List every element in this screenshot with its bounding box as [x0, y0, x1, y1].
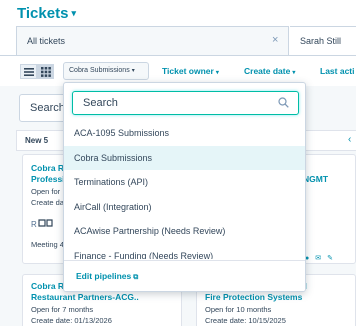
pipeline-option-acawise[interactable]: ACAwise Partnership (Needs Review)	[64, 219, 305, 244]
card-create-date: Create date: 10/15/2025	[205, 316, 286, 325]
tab-sarah-still[interactable]: Sarah Still	[290, 26, 356, 55]
column-title: New 5	[25, 136, 49, 145]
search-label: Search	[30, 102, 65, 114]
pipeline-select-value: Cobra Submissions	[69, 67, 130, 74]
email-icon[interactable]: ✉	[315, 255, 327, 262]
pipeline-option-terminations[interactable]: Terminations (API)	[64, 170, 305, 195]
view-tabs: All tickets × Sarah Still	[0, 26, 356, 56]
card-meeting: Meeting 4	[31, 240, 64, 249]
search-icon	[278, 97, 289, 108]
avatar: R	[31, 217, 53, 231]
create-date-filter[interactable]: Create date ▾	[244, 66, 295, 76]
external-link-icon: ⧉	[133, 274, 139, 281]
pipeline-option-finance[interactable]: Finance - Funding (Needs Review)	[64, 244, 305, 260]
list-view-button[interactable]	[20, 64, 37, 79]
pipeline-search-input[interactable]: Search	[72, 91, 299, 115]
pipeline-option-aircall[interactable]: AirCall (Integration)	[64, 195, 305, 220]
ticket-owner-filter[interactable]: Ticket owner ▾	[162, 66, 219, 76]
card-title[interactable]: NGMT	[303, 174, 347, 185]
card-create-date: Create date: 01/13/2026	[31, 316, 112, 325]
page-title: Tickets	[17, 5, 69, 22]
chevron-left-icon[interactable]: ‹	[348, 134, 351, 145]
dropdown-footer: Edit pipelines ⧉	[64, 260, 305, 291]
board-view-button[interactable]	[37, 64, 54, 79]
edit-pipelines-link[interactable]: Edit pipelines ⧉	[76, 271, 138, 282]
chevron-down-icon: ▾	[215, 70, 219, 76]
list-icon	[24, 68, 34, 76]
chevron-down-icon: ▾	[131, 68, 135, 74]
filter-label: Create date	[244, 66, 291, 76]
close-icon[interactable]: ×	[272, 34, 278, 46]
filter-label: Ticket owner	[162, 66, 214, 76]
svg-text:R: R	[31, 220, 37, 229]
card-actions: ●✉✎	[305, 254, 339, 262]
pipeline-option-cobra[interactable]: Cobra Submissions	[64, 145, 305, 170]
pipeline-dropdown: Search ACA-1095 Submissions Cobra Submis…	[63, 82, 306, 292]
filter-label: Last acti	[320, 66, 355, 76]
card-open-for: Open for 7 months	[31, 305, 94, 314]
edit-icon[interactable]: ✎	[327, 255, 339, 262]
tab-label: All tickets	[27, 36, 66, 46]
chevron-down-icon: ▾	[292, 70, 296, 76]
pipeline-list: ACA-1095 Submissions Cobra Submissions T…	[64, 121, 305, 260]
object-switcher[interactable]: Tickets ▾	[17, 5, 76, 22]
search-placeholder: Search	[83, 97, 118, 109]
grid-icon	[41, 67, 51, 77]
pipeline-select[interactable]: Cobra Submissions ▾	[63, 62, 149, 80]
tab-all-tickets[interactable]: All tickets	[16, 26, 289, 55]
page-header: Tickets ▾	[0, 0, 356, 26]
dot-icon[interactable]: ●	[305, 255, 315, 262]
card-open-for: Open for 10 months	[205, 305, 272, 314]
tab-label: Sarah Still	[300, 36, 342, 46]
pipeline-option-aca-1095[interactable]: ACA-1095 Submissions	[64, 121, 305, 146]
chevron-down-icon: ▾	[71, 8, 76, 18]
owner-avatar-icon: R	[31, 219, 53, 229]
last-activity-filter[interactable]: Last acti	[320, 66, 355, 76]
